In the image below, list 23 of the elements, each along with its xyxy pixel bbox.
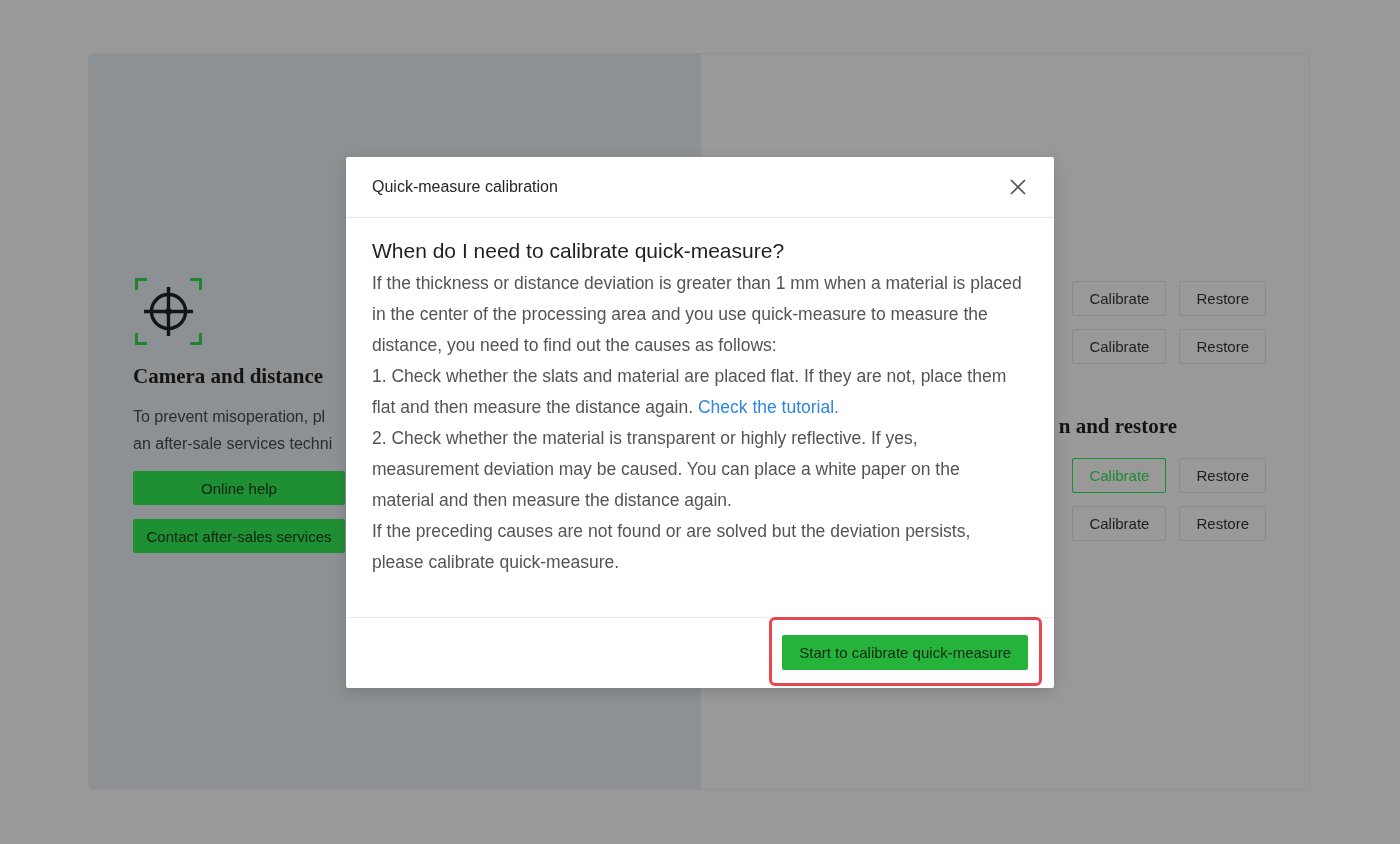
start-calibration-button[interactable]: Start to calibrate quick-measure [782,634,1028,670]
body-text: If the thickness or distance deviation is greater than 1 mm when a material is placed in the center of the processing area and you use quick-measure to measure the distance, you need to find out the causes as follows: [372,271,1023,357]
restore-button[interactable]: Restore [1179,329,1266,364]
close-icon [1010,178,1026,195]
restore-button[interactable]: Restore [1179,506,1266,541]
calibrate-button[interactable]: Calibrate [1072,329,1167,364]
dialog-heading: When do I need to calibrate quick-measure? [372,237,786,264]
calibrate-button[interactable]: Calibrate [1072,506,1167,541]
dialog-title: Quick-measure calibration [372,177,558,196]
restore-button[interactable]: Restore [1179,281,1266,316]
crosshair-icon [135,278,202,345]
description-text: To prevent misoperation, pl an after-sale services techni [133,407,333,454]
action-button[interactable]: Contact after-sales services [133,519,345,553]
action-button[interactable]: Online help [133,471,345,505]
body-text: 1. Check whether the slats and material are placed flat. If they are not, place them flat and then measure the distance again. Check the tutorial. [372,364,1008,419]
section-heading: n and restore [1058,413,1177,439]
close-button[interactable] [1010,178,1026,195]
body-text: If the preceding causes are not found or are solved but the deviation persists, please calibrate quick-measure. [372,519,972,574]
body-text: 2. Check whether the material is transparent or highly reflective. If yes, measurement deviation may be caused. You can place a white paper on the material and then measure the distance again. [372,426,961,512]
tutorial-link[interactable]: Check the tutorial. [697,396,839,417]
section-heading: Camera and distance [133,363,324,389]
restore-button[interactable]: Restore [1179,458,1266,493]
calibrate-button[interactable]: Calibrate [1072,281,1167,316]
